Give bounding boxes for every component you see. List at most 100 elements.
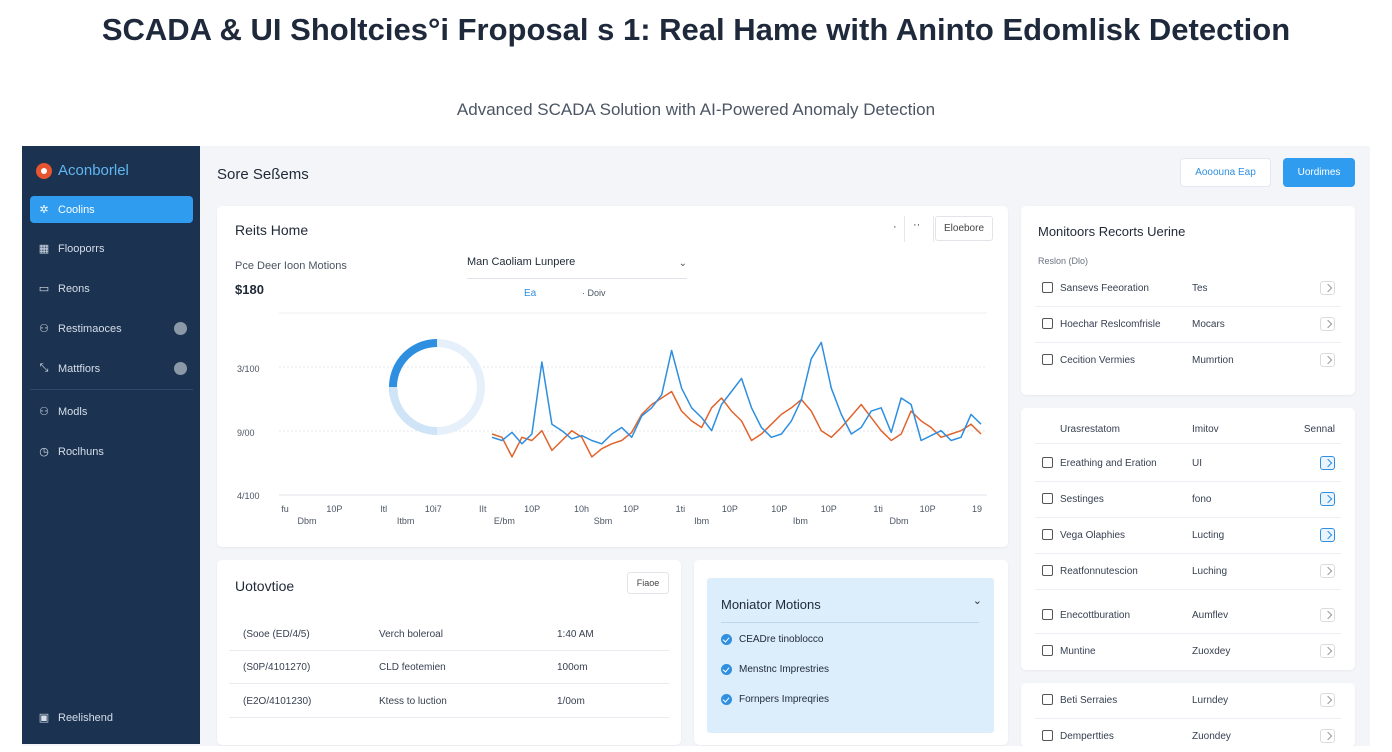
item-icon (1042, 493, 1053, 504)
monitor-item[interactable]: Menstnc Imprestries (721, 664, 829, 675)
list-item[interactable]: Reatfonnutescion Luching (1035, 554, 1341, 590)
list-item[interactable]: Beti Serraies Lurndey (1035, 683, 1341, 719)
list-item[interactable]: Dempertties Zuondey (1035, 719, 1341, 746)
list-item[interactable]: Vega Olaphies Lucting (1035, 518, 1341, 554)
trend-icon: ⤡ (39, 362, 49, 374)
list-item[interactable]: Cecition Vermies Mumrtion (1035, 343, 1341, 379)
sidebar-item-mattfiors[interactable]: ⤡ Mattfiors (30, 355, 193, 382)
item-name: Dempertties (1060, 731, 1114, 742)
sidebar-item-modls[interactable]: ⚇ Modls (30, 398, 193, 425)
monitor-item[interactable]: CEADre tinoblocco (721, 634, 823, 645)
x-tick-label: 10P (524, 504, 540, 514)
list-item[interactable]: Enecottburation Aumflev (1035, 598, 1341, 634)
row-id: (Sooe (ED/4/5) (243, 629, 310, 640)
table-row[interactable]: (S0P/4101270) CLD feotemien 100om (229, 651, 669, 684)
sidebar-item-label: Restimaoces (58, 322, 122, 335)
primary-action-button[interactable]: Uordimes (1283, 158, 1355, 187)
item-name: Sestinges (1060, 494, 1104, 505)
table-row[interactable]: (E2O/4101230) Ktess to luction 1/0om (229, 685, 669, 718)
row-id: (E2O/4101230) (243, 696, 312, 707)
toggle-icon[interactable] (1320, 528, 1335, 542)
x-tick-label: Dbm (297, 516, 316, 526)
toggle-icon[interactable] (1320, 456, 1335, 470)
monitor-title: Moniator Motions (721, 597, 821, 612)
x-tick-label: 10i7 (425, 504, 442, 514)
sidebar-item-reons[interactable]: ▭ Reons (30, 275, 193, 302)
item-name: Vega Olaphies (1060, 530, 1126, 541)
recent-title: Uotovtioe (235, 578, 295, 594)
item-value: Mumrtion (1192, 355, 1234, 366)
x-tick-label: ltl (381, 504, 388, 514)
y-tick-label: 3/100 (237, 364, 260, 374)
sidebar-item-label: Reons (58, 282, 90, 295)
divider (30, 389, 193, 390)
donut-arc (389, 339, 438, 396)
toggle-icon[interactable] (1320, 729, 1335, 743)
badge-icon (174, 362, 187, 375)
filter-button[interactable]: Fiaoe (627, 572, 669, 594)
x-tick-label: 10P (821, 504, 837, 514)
page-title: SCADA & UI Sholtcies°i Froposal s 1: Rea… (101, 12, 1291, 47)
clock-icon: ◷ (39, 446, 49, 458)
item-icon (1042, 645, 1053, 656)
item-value: Aumflev (1192, 610, 1229, 621)
check-icon (721, 664, 732, 675)
image-icon: ▭ (38, 283, 50, 295)
sidebar-item-label: Mattfiors (58, 362, 101, 375)
item-name: Cecition Vermies (1060, 355, 1136, 366)
list-item[interactable]: Sansevs Feeoration Tes (1035, 271, 1341, 307)
monitor-panel: Moniator Motions ⌄ CEADre tinoblocco Men… (707, 578, 994, 733)
logo-icon (36, 162, 52, 179)
account-button[interactable]: Aooouna Eap (1180, 158, 1271, 187)
toggle-icon[interactable] (1320, 281, 1335, 295)
sidebar-item-reelishend[interactable]: ▣ Reelishend (30, 704, 193, 731)
header-col-name: Urasrestatom (1060, 424, 1121, 435)
brand[interactable]: Aconborlel (36, 162, 129, 179)
list-item[interactable]: Sestinges fono (1035, 482, 1341, 518)
x-tick-label: IIt (479, 504, 487, 514)
sidebar-item-flooporrs[interactable]: ▦ Flooporrs (30, 235, 193, 262)
panel-subtitle: Reslon (Dlo) (1038, 256, 1089, 266)
item-name: Ereathing and Eration (1060, 458, 1157, 469)
row-time: 1/0om (557, 696, 585, 707)
item-value: fono (1192, 494, 1212, 505)
toggle-icon[interactable] (1320, 644, 1335, 658)
check-icon (721, 694, 732, 705)
item-value: Lurndey (1192, 695, 1229, 706)
panel-title: Monitoors Recorts Uerine (1038, 224, 1186, 239)
table-row[interactable]: (Sooe (ED/4/5) Verch boleroal 1:40 AM (229, 618, 669, 651)
x-tick-label: 10h (574, 504, 589, 514)
chevron-down-icon[interactable]: ⌄ (973, 594, 982, 607)
sidebar-item-coolins[interactable]: ✲ Coolins (30, 196, 193, 223)
panel-header: Urasrestatom Imitov Sennal (1035, 416, 1341, 444)
list-item[interactable]: Muntine Zuoxdey (1035, 634, 1341, 670)
page-subtitle: Advanced SCADA Solution with AI-Powered … (456, 100, 936, 119)
user-icon: ⚇ (39, 323, 49, 335)
toggle-icon[interactable] (1320, 608, 1335, 622)
header-col-value: Imitov (1192, 424, 1219, 435)
sidebar-item-restimaoces[interactable]: ⚇ Restimaoces (30, 315, 193, 342)
sparkle-icon: ✲ (39, 204, 49, 216)
sidebar: Aconborlel ✲ Coolins ▦ Flooporrs ▭ Reons… (22, 146, 200, 744)
item-name: Hoechar Reslcomfrisle (1060, 319, 1161, 330)
toggle-icon[interactable] (1320, 693, 1335, 707)
monitor-item-label: CEADre tinoblocco (739, 634, 824, 645)
item-icon (1042, 609, 1053, 620)
list-item[interactable]: Ereathing and Eration UI (1035, 446, 1341, 482)
toggle-icon[interactable] (1320, 317, 1335, 331)
sidebar-item-roclhuns[interactable]: ◷ Roclhuns (30, 438, 193, 465)
item-value: Lucting (1192, 530, 1225, 541)
reports-panel: Monitoors Recorts Uerine Reslon (Dlo) Sa… (1021, 206, 1355, 395)
sidebar-item-label: Coolins (58, 203, 95, 216)
toggle-icon[interactable] (1320, 492, 1335, 506)
sidebar-item-label: Reelishend (58, 711, 114, 724)
x-tick-label: Itbm (397, 516, 415, 526)
y-tick-label: 9/00 (237, 428, 255, 438)
list-item[interactable]: Hoechar Reslcomfrisle Mocars (1035, 307, 1341, 343)
toggle-icon[interactable] (1320, 353, 1335, 367)
monitor-item-label: Menstnc Imprestries (739, 664, 830, 675)
sidebar-item-label: Modls (58, 405, 88, 418)
monitor-item[interactable]: Fornpers Impreqries (721, 694, 829, 705)
item-value: Luching (1192, 566, 1228, 577)
toggle-icon[interactable] (1320, 564, 1335, 578)
